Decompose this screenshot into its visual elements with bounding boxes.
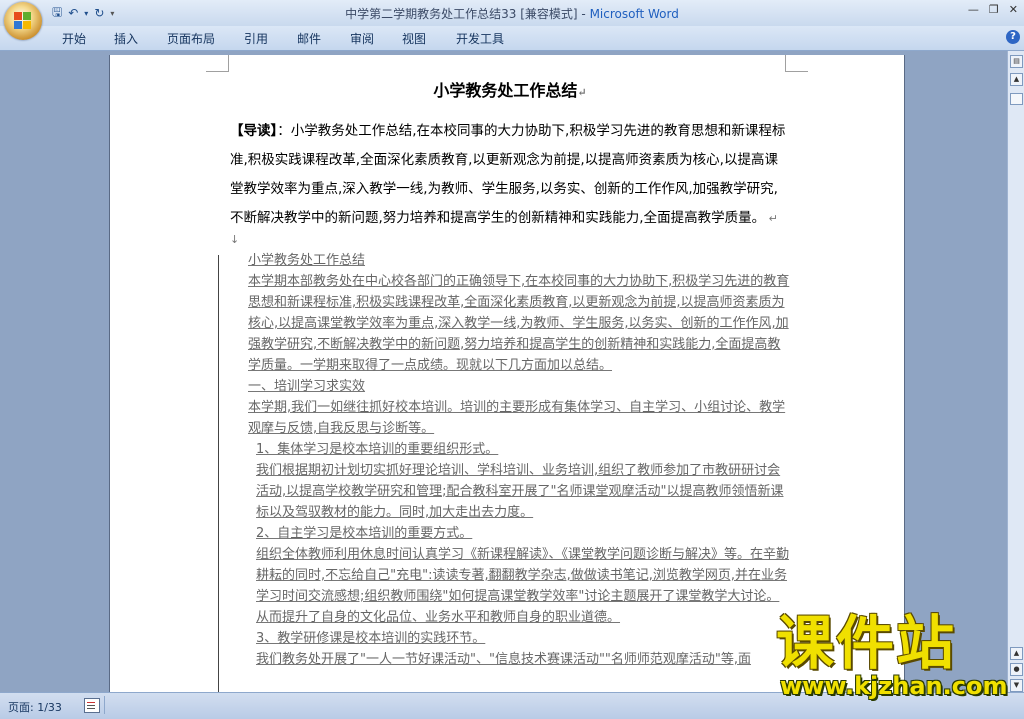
window-controls: — ❐ ✕ <box>968 3 1018 16</box>
crop-mark-right <box>785 55 808 72</box>
tab-mailings[interactable]: 邮件 <box>297 30 321 47</box>
app-name: Microsoft Word <box>589 7 679 21</box>
body-paragraph: 小学教务处工作总结 <box>248 253 366 268</box>
close-button[interactable]: ✕ <box>1009 3 1018 16</box>
tab-page-layout[interactable]: 页面布局 <box>167 30 215 47</box>
ruler-toggle-icon[interactable]: ▤ <box>1010 55 1023 68</box>
watermark-logo: 课件站 <box>776 609 957 677</box>
paragraph-mark: ↓ <box>230 233 240 246</box>
window-title: 中学第二学期教务处工作总结33 [兼容模式] - Microsoft Word <box>0 5 1024 22</box>
tab-insert[interactable]: 插入 <box>114 30 138 47</box>
office-logo-icon <box>14 12 32 30</box>
select-browse-object-icon[interactable]: ● <box>1010 663 1023 676</box>
body-paragraph: 我们根据期初计划切实抓好理论培训、学科培训、业务培训,组织了教师参加了市教研研讨… <box>256 463 784 520</box>
previous-page-icon[interactable]: ▲ <box>1010 647 1023 660</box>
tab-review[interactable]: 审阅 <box>350 30 374 47</box>
document-content[interactable]: 小学教务处工作总结↵ 【导读】：小学教务处工作总结,在本校同事的大力协助下,积极… <box>230 77 790 670</box>
change-bar <box>218 255 219 692</box>
body-paragraph: 我们教务处开展了"一人一节好课活动"、"信息技术赛课活动""名师师范观摩活动"等… <box>256 652 752 667</box>
scroll-thumb[interactable] <box>1010 93 1023 105</box>
body-paragraph: 1、集体学习是校本培训的重要组织形式。 <box>256 442 499 457</box>
minimize-button[interactable]: — <box>968 3 979 16</box>
body-paragraph: 2、自主学习是校本培训的重要方式。 <box>256 526 473 541</box>
crop-mark-left <box>206 55 229 72</box>
document-page[interactable]: 小学教务处工作总结↵ 【导读】：小学教务处工作总结,在本校同事的大力协助下,积极… <box>110 55 904 692</box>
next-page-icon[interactable]: ▼ <box>1010 679 1023 692</box>
intro-text: ：小学教务处工作总结,在本校同事的大力协助下,积极学习先进的教育思想和新课程标准… <box>230 123 786 226</box>
status-separator <box>104 696 105 714</box>
tab-home[interactable]: 开始 <box>62 30 86 47</box>
tab-view[interactable]: 视图 <box>402 30 426 47</box>
proofing-icon[interactable] <box>84 698 100 713</box>
body-paragraph: 本学期本部教务处在中心校各部门的正确领导下,在本校同事的大力协助下,积极学习先进… <box>248 274 790 373</box>
help-icon[interactable]: ? <box>1006 30 1020 44</box>
ribbon-tabs: 开始 插入 页面布局 引用 邮件 审阅 视图 开发工具 ? <box>0 26 1024 51</box>
intro-label: 【导读】 <box>230 123 278 139</box>
tab-references[interactable]: 引用 <box>244 30 268 47</box>
body-paragraph: 3、教学研修课是校本培训的实践环节。 <box>256 631 486 646</box>
watermark-url: www.kjzhan.com <box>780 672 1008 700</box>
office-button[interactable] <box>4 2 42 40</box>
title-bar: 🖫 ↶ ▾ ↻ ▾ 中学第二学期教务处工作总结33 [兼容模式] - Micro… <box>0 0 1024 26</box>
body-paragraph: 一、培训学习求实效 <box>248 379 366 394</box>
document-title: 小学教务处工作总结↵ <box>433 81 587 100</box>
body-paragraph: 本学期,我们一如继往抓好校本培训。培训的主要形成有集体学习、自主学习、小组讨论、… <box>248 400 786 436</box>
document-name: 中学第二学期教务处工作总结33 [兼容模式] - <box>345 7 590 21</box>
body-paragraph: 组织全体教师利用休息时间认真学习《新课程解读》、《课堂教学问题诊断与解决》等。在… <box>256 547 790 625</box>
tab-developer[interactable]: 开发工具 <box>456 30 504 47</box>
scroll-up-button[interactable]: ▲ <box>1010 73 1023 86</box>
intro-paragraph: 【导读】：小学教务处工作总结,在本校同事的大力协助下,积极学习先进的教育思想和新… <box>230 123 786 226</box>
tracked-changes-body: 小学教务处工作总结本学期本部教务处在中心校各部门的正确领导下,在本校同事的大力协… <box>230 250 790 670</box>
vertical-scrollbar[interactable]: ▤ ▲ ▲ ● ▼ <box>1007 51 1024 692</box>
document-workspace: 小学教务处工作总结↵ 【导读】：小学教务处工作总结,在本校同事的大力协助下,积极… <box>0 51 1008 692</box>
page-counter[interactable]: 页面: 1/33 <box>8 699 62 715</box>
restore-button[interactable]: ❐ <box>989 3 999 16</box>
